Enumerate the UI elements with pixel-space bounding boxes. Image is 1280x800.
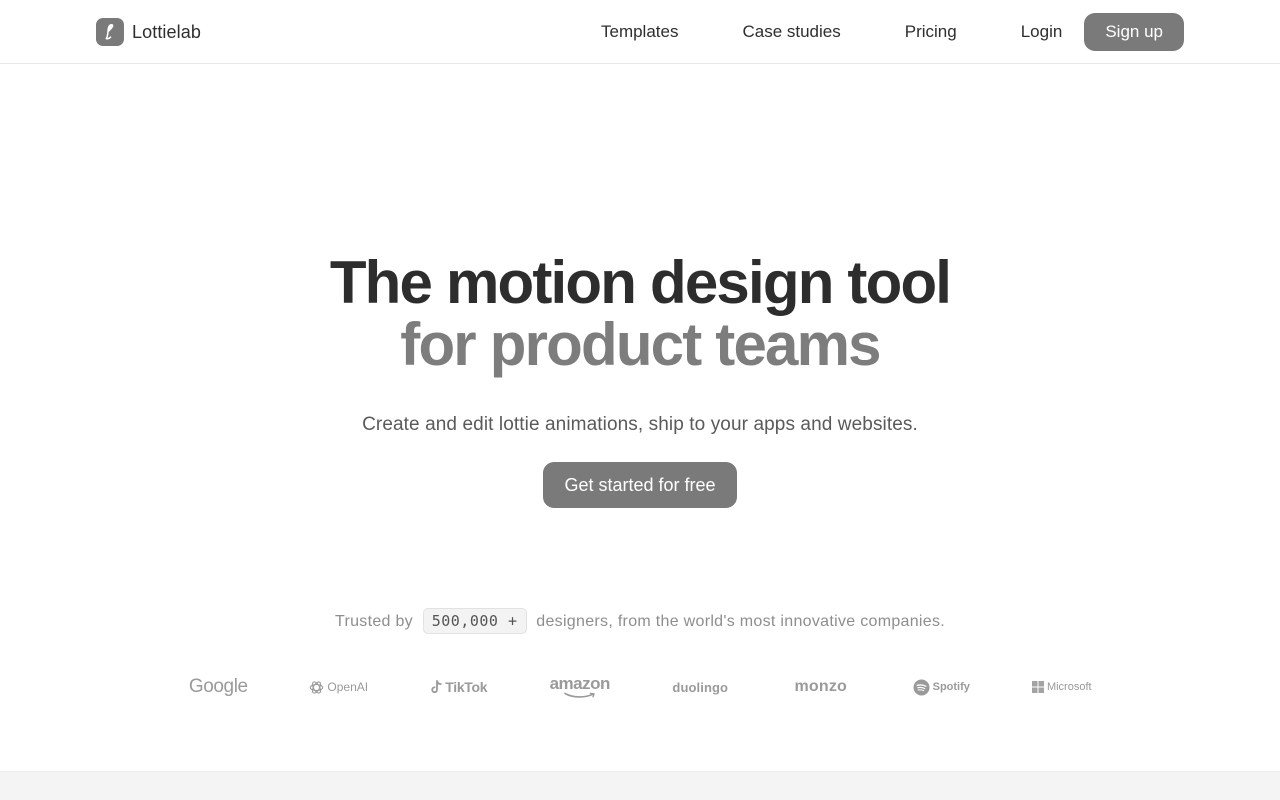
trusted-suffix: designers, from the world's most innovat… bbox=[536, 613, 946, 630]
user-count-badge: 500,000 + bbox=[422, 608, 527, 634]
tiktok-logo-text: TikTok bbox=[445, 679, 488, 695]
openai-icon bbox=[310, 680, 324, 694]
monzo-logo-text: monzo bbox=[794, 678, 848, 695]
nav-templates-link[interactable]: Templates bbox=[569, 13, 710, 51]
hero-subtitle: Create and edit lottie animations, ship … bbox=[362, 414, 918, 435]
amazon-smile-icon bbox=[563, 692, 595, 698]
hero-headline: The motion design tool for product teams bbox=[0, 252, 1280, 376]
tiktok-logo: TikTok bbox=[399, 672, 520, 702]
nav-login-link[interactable]: Login bbox=[989, 13, 1085, 51]
amazon-logo: amazon bbox=[520, 672, 641, 702]
spotify-logo-text: Spotify bbox=[932, 681, 970, 693]
next-section-edge bbox=[0, 771, 1280, 800]
signup-button[interactable]: Sign up bbox=[1084, 13, 1184, 51]
trusted-by-text: Trusted by 500,000 + designers, from the… bbox=[0, 608, 1280, 634]
google-logo-text: Google bbox=[188, 676, 248, 697]
openai-logo-text: OpenAI bbox=[327, 680, 369, 694]
nav-case-studies-link[interactable]: Case studies bbox=[710, 13, 872, 51]
openai-logo: OpenAI bbox=[279, 672, 400, 702]
amazon-logo-text: amazon bbox=[549, 673, 611, 693]
hero-headline-line-2: for product teams bbox=[400, 311, 881, 378]
get-started-button[interactable]: Get started for free bbox=[543, 462, 737, 508]
brand-name: Lottielab bbox=[132, 21, 201, 42]
customer-logos: Google OpenAI TikTok amazon duolingo mon… bbox=[158, 672, 1122, 702]
spotify-icon bbox=[913, 679, 930, 695]
hero-headline-line-1: The motion design tool bbox=[329, 249, 952, 316]
brand-home-link[interactable]: Lottielab bbox=[96, 18, 201, 46]
microsoft-icon bbox=[1031, 681, 1044, 693]
duolingo-logo-text: duolingo bbox=[672, 679, 729, 695]
spotify-logo: Spotify bbox=[881, 672, 1002, 702]
main-nav: Templates Case studies Pricing Login Sig… bbox=[569, 13, 1184, 51]
hero-section: The motion design tool for product teams… bbox=[0, 252, 1280, 508]
microsoft-logo: Microsoft bbox=[1002, 672, 1123, 702]
top-navbar: Lottielab Templates Case studies Pricing… bbox=[0, 0, 1280, 64]
monzo-logo: monzo bbox=[761, 672, 882, 702]
google-logo: Google bbox=[158, 672, 279, 702]
lottielab-logo-icon bbox=[96, 18, 124, 46]
duolingo-logo: duolingo bbox=[640, 672, 761, 702]
nav-pricing-link[interactable]: Pricing bbox=[873, 13, 989, 51]
tiktok-icon bbox=[431, 680, 442, 694]
microsoft-logo-text: Microsoft bbox=[1046, 681, 1092, 693]
trusted-prefix: Trusted by bbox=[334, 613, 413, 630]
